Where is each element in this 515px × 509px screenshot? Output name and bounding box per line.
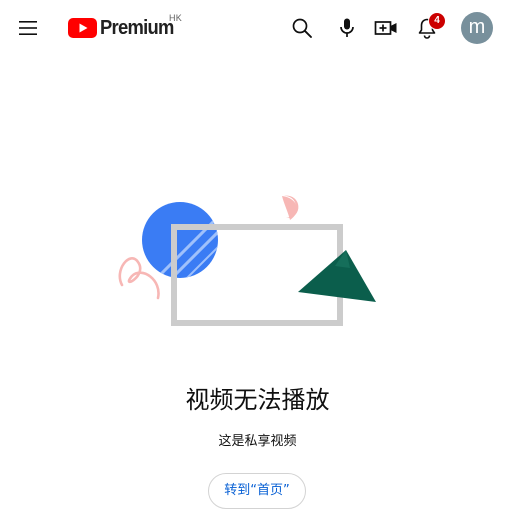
create-video-icon xyxy=(374,21,397,35)
youtube-premium-logo[interactable]: Premium xyxy=(68,14,180,42)
top-bar: Premium HK 4 m xyxy=(0,0,515,56)
avatar[interactable]: m xyxy=(461,12,493,44)
notifications-button[interactable]: 4 xyxy=(409,10,445,46)
voice-search-button[interactable] xyxy=(329,10,365,46)
notification-count-badge: 4 xyxy=(429,13,445,29)
create-button[interactable] xyxy=(368,10,404,46)
search-icon xyxy=(292,18,312,38)
microphone-icon xyxy=(340,18,354,37)
guide-menu-button[interactable] xyxy=(10,10,46,46)
video-unavailable-illustration xyxy=(118,195,376,326)
search-button[interactable] xyxy=(284,10,320,46)
blue-circle-shape xyxy=(142,202,218,278)
error-title: 视频无法播放 xyxy=(185,386,330,414)
go-home-button[interactable]: 转到“首页” xyxy=(208,473,306,509)
hamburger-menu-icon xyxy=(19,21,37,35)
youtube-play-icon xyxy=(68,18,97,38)
logo-text: Premium xyxy=(100,16,174,39)
error-subtitle: 这是私享视频 xyxy=(218,434,297,449)
country-code: HK xyxy=(169,13,183,23)
